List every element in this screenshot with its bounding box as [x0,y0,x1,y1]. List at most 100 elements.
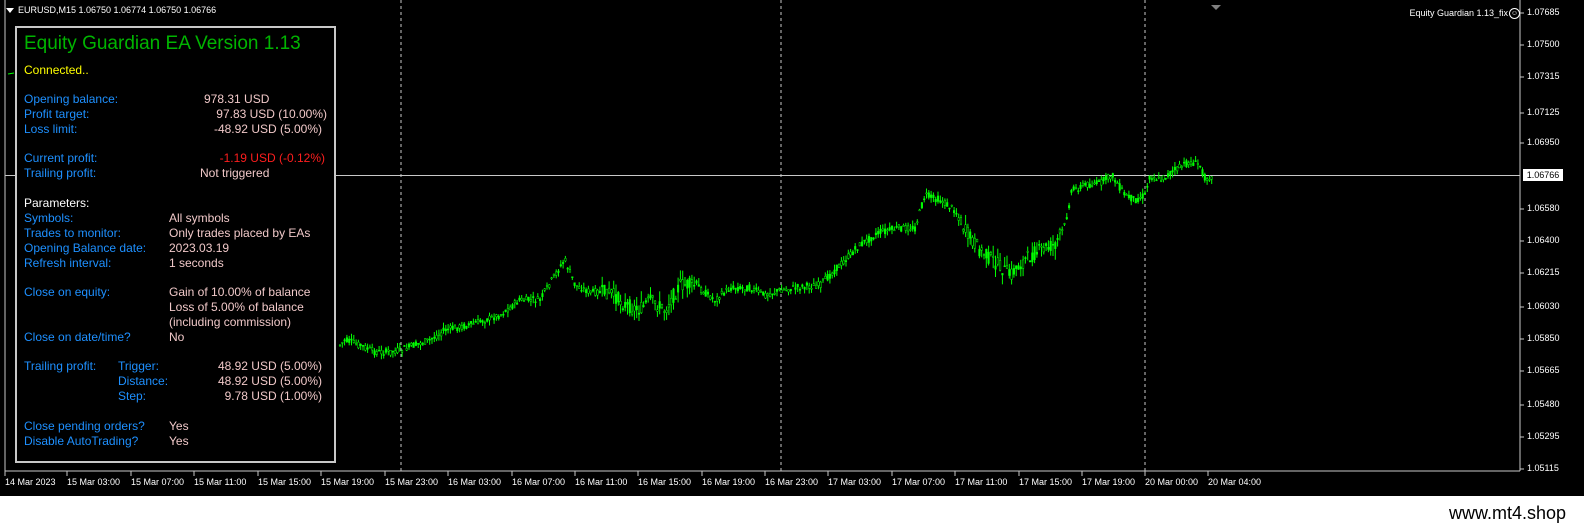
candle-body [842,260,845,265]
candle-body [568,269,572,273]
candle-body [810,288,813,290]
candle-body [1031,252,1034,263]
candle-body [683,284,687,286]
candle-body [497,315,500,319]
candle-body [1125,194,1128,196]
candle-body [757,289,760,293]
close-pending-label: Close pending orders? [24,419,145,433]
candle-body [978,249,981,257]
candle-body [1148,175,1151,180]
candle-body [414,341,417,346]
candle-body [601,284,604,288]
candle-body [398,346,401,349]
candle-body [637,312,641,315]
candle-body [755,287,758,290]
candle-body [364,345,367,351]
candle-body [1049,241,1052,251]
candle-body [1143,192,1147,195]
candle-body [1157,176,1160,179]
candle-body [1120,187,1124,190]
candle-body [718,297,721,300]
candle-body [605,288,608,300]
candle-body [817,281,820,286]
candle-body [962,229,965,232]
candle-body [833,269,836,275]
candle-body [994,265,997,270]
candle-body [695,280,698,284]
candle-body [578,286,581,289]
candle-body [1056,237,1059,240]
price-chart[interactable]: EURUSD,M15 1.06750 1.06774 1.06750 1.067… [0,0,1584,496]
candle-body [614,294,618,304]
candle-body [1203,173,1206,181]
close-equity-loss: Loss of 5.00% of balance [169,300,304,314]
candle-body [660,304,664,309]
candle-body [794,287,797,290]
candle-body [916,221,919,224]
candle-body [851,251,854,256]
candle-body [900,226,903,232]
candle-body [426,338,429,340]
candle-body [941,201,944,203]
candle-body [690,279,693,283]
candle-body [716,296,719,302]
time-tick-label: 16 Mar 23:00 [765,477,819,487]
candle-body [764,292,767,299]
candle-body [1026,251,1029,253]
candle-body [821,278,825,281]
candle-body [943,200,946,206]
candle-body [1091,185,1094,187]
candle-body [672,288,675,303]
candle-body [562,262,565,264]
candle-body [348,338,351,343]
candle-body [355,342,358,345]
candle-body [589,290,592,294]
candle-body [591,288,595,292]
candle-body [403,345,406,347]
candle-body [1042,247,1045,253]
candle-body [467,323,470,326]
candle-body [1058,229,1061,234]
candle-body [725,288,728,290]
candle-body [741,287,744,289]
candle-body [522,300,526,302]
candle-body [424,338,427,345]
candle-body [566,267,569,270]
candle-body [1017,265,1020,270]
candle-body [785,288,788,291]
dropdown-arrow-icon[interactable] [6,8,14,14]
candle-body [417,343,420,345]
candle-body [750,290,753,293]
candle-body [571,276,574,278]
candle-body [934,199,937,203]
candle-body [384,348,388,353]
symbols-label: Symbols: [24,211,74,225]
candle-body [1166,173,1170,177]
candle-body [511,304,514,309]
time-tick-label: 17 Mar 07:00 [892,477,946,487]
candle-body [493,317,496,321]
candle-body [502,313,505,316]
close-date-label: Close on date/time? [24,330,131,344]
candle-body [1010,268,1013,280]
candle-body [658,301,661,309]
candle-body [1081,182,1084,186]
candle-body [361,345,365,347]
candle-body [534,301,537,304]
close-date-value: No [169,330,185,344]
candle-body [679,279,682,282]
distance-value: 48.92 USD (5.00%) [217,374,322,388]
symbols-value: All symbols [169,211,230,225]
candle-body [1116,182,1119,184]
price-tick-label: 1.07125 [1527,107,1560,117]
time-tick-label: 15 Mar 23:00 [385,477,439,487]
time-tick-label: 15 Mar 03:00 [67,477,121,487]
candle-body [759,290,762,293]
candle-body [736,287,739,292]
candle-body [394,350,397,354]
step-value: 9.78 USD (1.00%) [224,389,322,403]
ea-name-label[interactable]: Equity Guardian 1.13_fix ☺ [1409,8,1520,20]
candle-body [1111,173,1114,178]
candle-body [686,279,689,289]
candle-body [382,354,385,356]
